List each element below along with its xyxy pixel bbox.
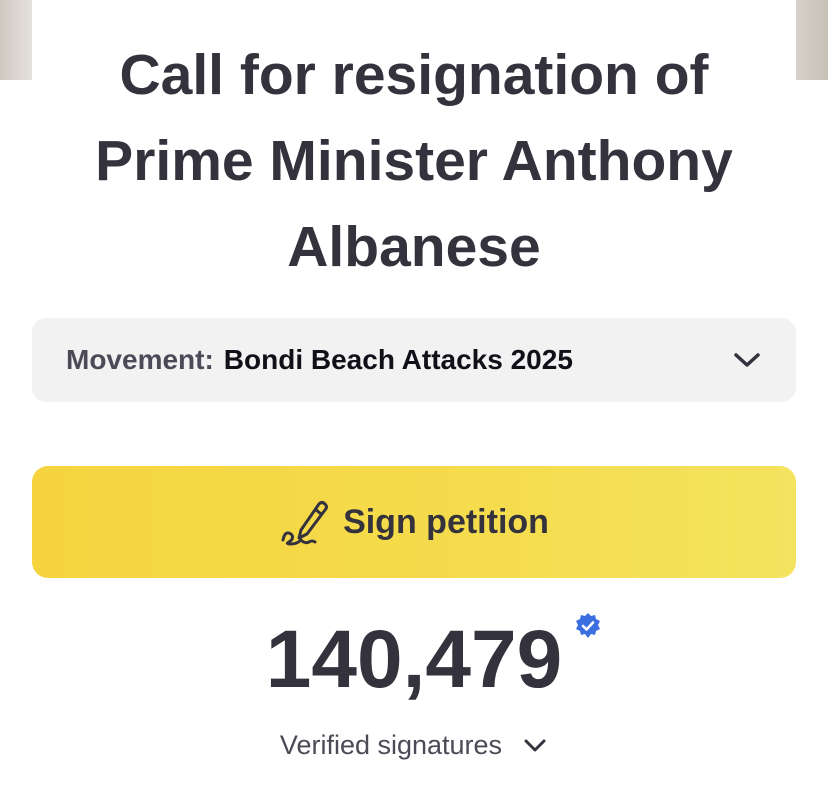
signature-count-value: 140,479 xyxy=(265,614,563,705)
movement-dropdown[interactable]: Movement: Bondi Beach Attacks 2025 xyxy=(32,318,796,402)
sign-petition-label: Sign petition xyxy=(343,502,549,541)
title-line: Albanese xyxy=(287,215,541,279)
signature-count-row: 140,479 xyxy=(0,612,828,708)
pen-signature-icon xyxy=(279,496,331,548)
verified-signatures-label: Verified signatures xyxy=(279,730,503,760)
verified-check-icon xyxy=(576,613,601,638)
movement-label: Movement: xyxy=(66,344,214,375)
verified-signatures-toggle[interactable]: Verified signatures xyxy=(0,730,828,761)
sign-petition-button[interactable]: Sign petition xyxy=(32,466,796,578)
petition-title: Call for resignation of Prime Minister A… xyxy=(40,32,788,290)
chevron-down-icon xyxy=(732,350,762,370)
chevron-down-icon xyxy=(522,737,548,755)
title-line: Prime Minister Anthony xyxy=(95,129,733,193)
title-line: Call for resignation of xyxy=(119,43,709,107)
movement-value: Bondi Beach Attacks 2025 xyxy=(223,344,573,375)
signature-count: 140,479 xyxy=(265,612,601,708)
